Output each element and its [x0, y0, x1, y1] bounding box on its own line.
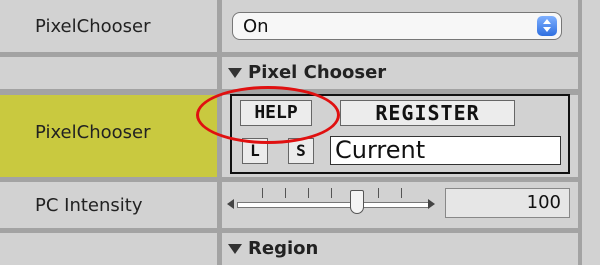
pixelchooser-select-value: On	[243, 16, 269, 37]
arrow-left-icon[interactable]	[227, 199, 234, 209]
section-pixel-chooser-left	[0, 57, 217, 89]
up-down-arrows-icon[interactable]	[537, 16, 557, 36]
register-button[interactable]: REGISTER	[340, 100, 515, 126]
pixelchooser-main-label-cell: PixelChooser	[0, 95, 217, 177]
effect-controls-panel: PixelChooser On Pixel Chooser PixelChoos…	[0, 0, 600, 265]
triangle-down-icon	[228, 244, 242, 254]
pc-intensity-value-field[interactable]: 100	[445, 188, 570, 218]
slider-tick	[308, 188, 309, 198]
pixelchooser-main-label: PixelChooser	[35, 122, 151, 143]
current-field[interactable]: Current	[330, 136, 561, 165]
slider-tick	[378, 188, 379, 198]
s-button[interactable]: S	[288, 138, 314, 164]
slider-tick	[262, 188, 263, 198]
section-pixel-chooser-header[interactable]: Pixel Chooser	[222, 57, 578, 89]
triangle-down-icon	[228, 68, 242, 78]
section-region-header[interactable]: Region	[222, 233, 578, 265]
slider-tick	[285, 188, 286, 198]
pixelchooser-top-label-cell: PixelChooser	[0, 0, 217, 52]
help-button[interactable]: HELP	[240, 100, 312, 126]
section-region-left	[0, 233, 217, 265]
l-button[interactable]: L	[242, 138, 268, 164]
pc-intensity-label-cell: PC Intensity	[0, 182, 217, 228]
section-region-label: Region	[248, 238, 319, 259]
arrow-right-icon[interactable]	[428, 199, 435, 209]
section-region: Region	[228, 238, 318, 259]
section-pixel-chooser: Pixel Chooser	[228, 62, 386, 83]
right-column	[582, 0, 600, 265]
slider-tick	[401, 188, 402, 198]
pc-intensity-slider-thumb[interactable]	[350, 190, 364, 214]
pc-intensity-slider-track[interactable]	[237, 202, 429, 208]
pc-intensity-label: PC Intensity	[35, 195, 143, 216]
slider-tick	[331, 188, 332, 198]
pixelchooser-top-label: PixelChooser	[35, 16, 151, 37]
pixelchooser-select[interactable]: On	[232, 12, 562, 40]
section-pixel-chooser-label: Pixel Chooser	[248, 62, 387, 83]
